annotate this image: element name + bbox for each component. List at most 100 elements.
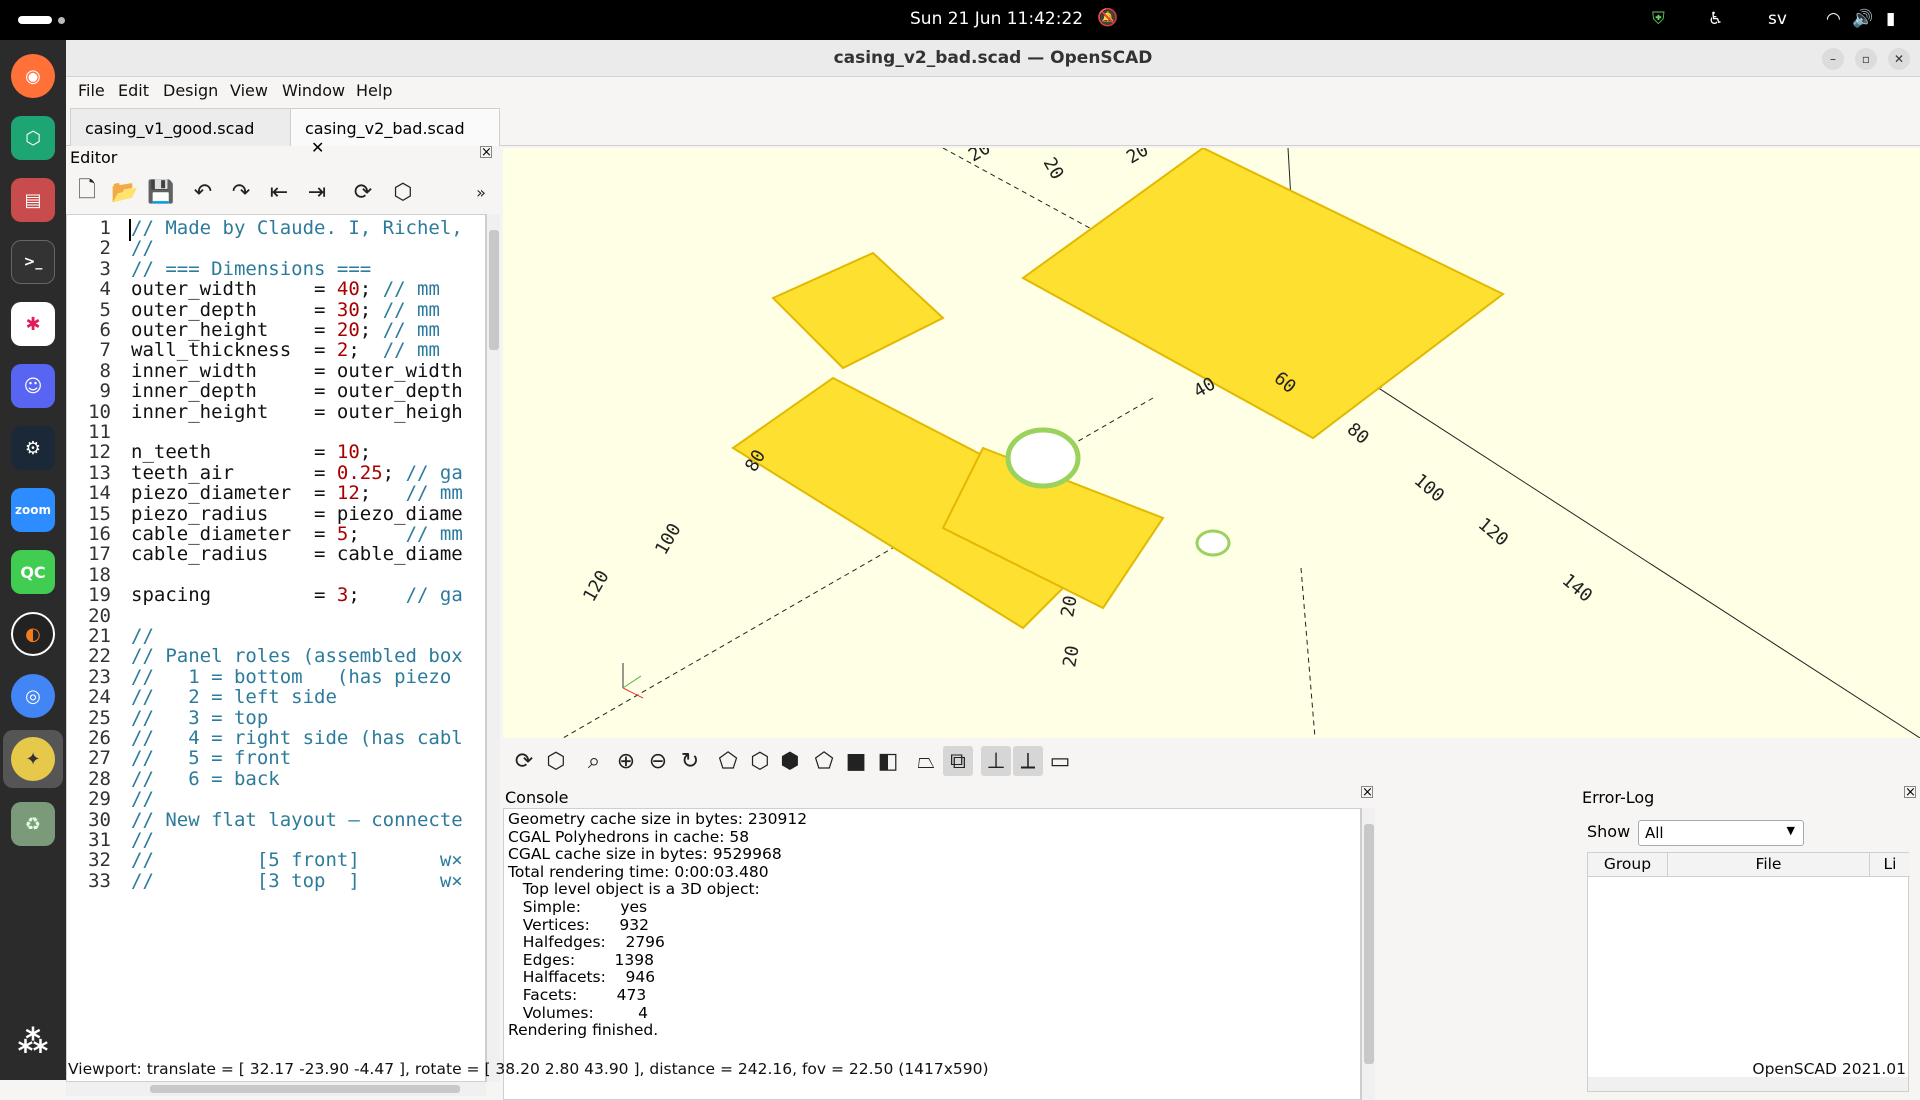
zoom-out-icon[interactable]: ⊖	[643, 746, 673, 776]
code-line: //	[131, 237, 154, 260]
render-icon[interactable]: ⬡	[388, 178, 418, 206]
perspective-icon[interactable]: ⏢	[911, 746, 941, 776]
status-bar: Viewport: translate = [ 32.17 -23.90 -4.…	[66, 1058, 1920, 1080]
undo-icon[interactable]: ↶	[188, 178, 218, 206]
zoom-icon[interactable]: zoom	[11, 488, 55, 532]
terminal-icon[interactable]: >_	[11, 240, 55, 284]
save-icon[interactable]: 💾	[146, 178, 176, 206]
view-right-icon[interactable]: ⬠	[713, 746, 743, 776]
show-apps-icon[interactable]: ⁂	[11, 1020, 55, 1064]
workspace-indicator[interactable]	[18, 16, 52, 24]
bell-muted-icon[interactable]: 🔕	[1097, 8, 1118, 28]
workspace-dot[interactable]	[58, 17, 65, 24]
trash-icon[interactable]: ♻	[11, 802, 55, 846]
tab-label: casing_v2_bad.scad	[305, 119, 465, 138]
close-errorlog-icon[interactable]: ×	[1904, 786, 1916, 799]
console-line: Halfedges: 2796	[508, 933, 665, 952]
view-back-icon[interactable]: ◧	[873, 746, 903, 776]
firefox-icon[interactable]: ◉	[11, 54, 55, 98]
chrome-icon[interactable]: ◎	[11, 674, 55, 718]
editor-horizontal-scrollbar[interactable]	[66, 1082, 486, 1096]
accessibility-icon[interactable]: ♿	[1708, 9, 1723, 29]
more-icon[interactable]: »	[466, 178, 496, 206]
render-icon[interactable]: ⬡	[541, 746, 571, 776]
code-line: outer_width = 40; // mm	[131, 278, 440, 301]
view-front-icon[interactable]: ■	[841, 746, 871, 776]
preview-icon[interactable]: ⟳	[509, 746, 539, 776]
view-all-icon[interactable]: ⌕	[579, 746, 609, 776]
axis-scale-label: 120	[1474, 514, 1512, 551]
column-line[interactable]: Li	[1870, 853, 1910, 877]
line-number: 7	[99, 339, 111, 362]
wifi-icon[interactable]: ◠	[1826, 9, 1841, 29]
code-line: cable_diameter = 5; // mm	[131, 523, 463, 545]
editor-scroll-thumb[interactable]	[489, 230, 499, 350]
volume-icon[interactable]: 🔊	[1852, 9, 1873, 29]
menu-view[interactable]: View	[230, 81, 268, 100]
errorlog-table[interactable]: Group File Li	[1587, 852, 1910, 1092]
redo-icon[interactable]: ↷	[226, 178, 256, 206]
preview-icon[interactable]: ⟳	[348, 178, 378, 206]
clock[interactable]: Sun 21 Jun 11:42:22	[910, 9, 1083, 29]
tab-casing-v2[interactable]: casing_v2_bad.scad ✕	[290, 108, 500, 157]
discord-icon[interactable]: ☺	[11, 364, 55, 408]
zoom-in-icon[interactable]: ⊕	[611, 746, 641, 776]
menu-help[interactable]: Help	[356, 81, 392, 100]
axes-gizmo	[622, 663, 644, 699]
show-axes-icon[interactable]: ⊥	[981, 746, 1011, 776]
slack-icon[interactable]: ✱	[11, 302, 55, 346]
axis-scale-label: 140	[1558, 570, 1596, 607]
show-edges-icon[interactable]: ▭	[1045, 746, 1075, 776]
files-icon[interactable]: ▤	[11, 178, 55, 222]
show-scale-markers-icon[interactable]: ⟂	[1013, 746, 1043, 776]
code-line: outer_depth = 30; // mm	[131, 298, 440, 321]
close-editor-icon[interactable]: ×	[480, 146, 492, 159]
line-number: 27	[88, 747, 111, 770]
battery-icon[interactable]: ▮	[1886, 9, 1895, 29]
menu-design[interactable]: Design	[163, 81, 218, 100]
steam-icon[interactable]: ⚙	[11, 426, 55, 470]
column-group[interactable]: Group	[1588, 853, 1668, 877]
console-line: Rendering finished.	[508, 1021, 659, 1040]
new-file-icon[interactable]: 🗋	[72, 178, 102, 206]
minimize-button[interactable]: –	[1822, 48, 1844, 70]
view-top-icon[interactable]: ⬡	[745, 746, 775, 776]
editor-vertical-scrollbar[interactable]	[486, 214, 500, 1082]
menu-file[interactable]: File	[78, 81, 105, 100]
menu-edit[interactable]: Edit	[118, 81, 149, 100]
console-scroll-thumb[interactable]	[1364, 824, 1374, 1064]
code-line: // [5 front] w×	[131, 849, 463, 872]
indent-icon[interactable]: ⇥	[302, 178, 332, 206]
console-line: Total rendering time: 0:00:03.480	[508, 862, 769, 881]
column-file[interactable]: File	[1668, 853, 1870, 877]
keyboard-layout[interactable]: sv	[1768, 9, 1787, 29]
line-number: 26	[88, 727, 111, 749]
line-number: 15	[88, 502, 111, 525]
orthogonal-icon[interactable]: ⧉	[943, 746, 973, 776]
open-file-icon[interactable]: 📂	[110, 178, 140, 206]
blender-icon[interactable]: ◐	[11, 612, 55, 656]
reset-view-icon[interactable]: ↻	[675, 746, 705, 776]
code-editor[interactable]: 1 2 3 4 5 6 7 8 9 10 11 12 13 14 15 16 17 18 19 20 21 22 23 24 2…	[66, 214, 486, 1082]
console-scrollbar[interactable]	[1361, 808, 1375, 1100]
tab-casing-v1[interactable]: casing_v1_good.scad	[70, 108, 292, 146]
view-bottom-icon[interactable]: ⬢	[775, 746, 805, 776]
unindent-icon[interactable]: ⇤	[264, 178, 294, 206]
console-line: Vertices: 932	[508, 915, 649, 934]
3d-viewport[interactable]: 20 20 20 40 60 80 100 120 140 80 100 120 20 20	[503, 148, 1920, 738]
maximize-button[interactable]: ▫	[1855, 48, 1877, 70]
close-window-button[interactable]: ✕	[1888, 48, 1910, 70]
qtcreator-icon[interactable]: QC	[11, 550, 55, 594]
show-filter-select[interactable]: All ▼	[1638, 820, 1804, 846]
close-console-icon[interactable]: ×	[1361, 786, 1373, 799]
editor-hscroll-thumb[interactable]	[150, 1085, 460, 1093]
console-output[interactable]: Geometry cache size in bytes: 230912 CGAL…	[503, 808, 1361, 1100]
view-left-icon[interactable]: ⬠	[809, 746, 839, 776]
menu-window[interactable]: Window	[282, 81, 345, 100]
code-line: //	[131, 625, 154, 647]
shield-icon[interactable]: ⛨	[1652, 9, 1665, 29]
openscad-icon[interactable]: ✦	[11, 737, 55, 781]
app-icon-green[interactable]: ⬡	[11, 116, 55, 160]
model-render: 20202040 6080100120140801001202020	[562, 148, 1920, 738]
line-number: 22	[88, 645, 111, 668]
